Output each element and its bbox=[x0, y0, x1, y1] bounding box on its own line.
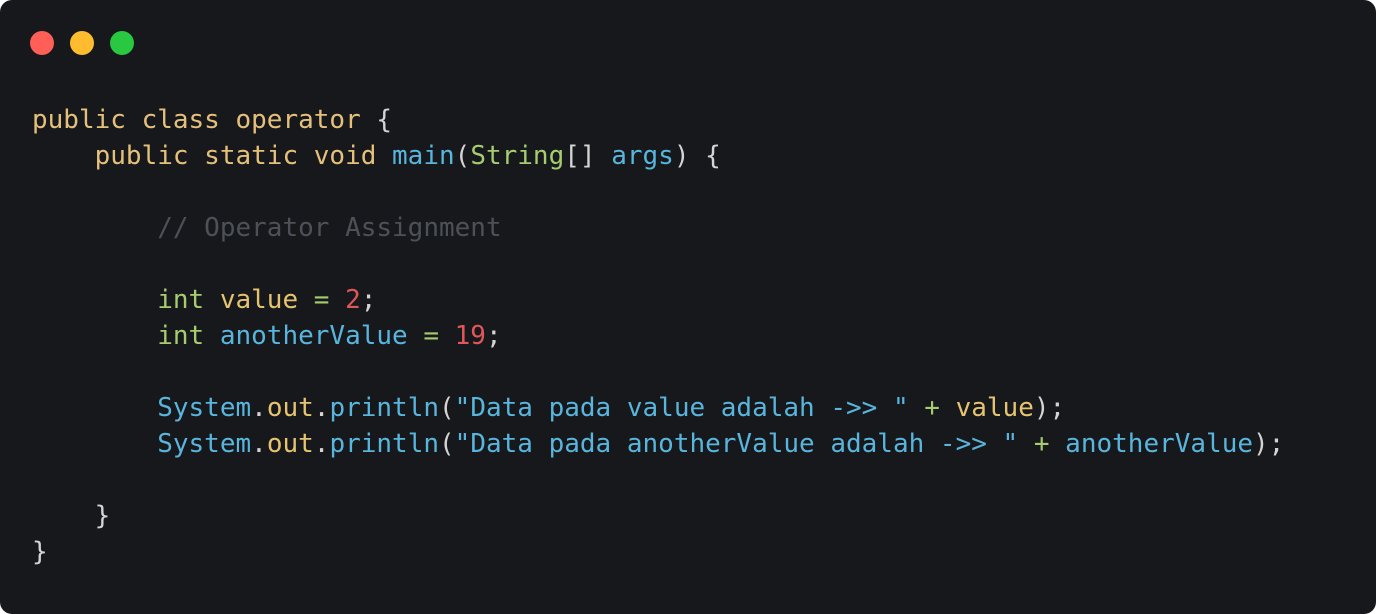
close-dot[interactable] bbox=[30, 31, 54, 55]
code-token: . bbox=[251, 429, 267, 459]
code-token: ); bbox=[1253, 429, 1285, 459]
code-line: // Operator Assignment bbox=[32, 210, 1284, 246]
code-block: public class operator { public static vo… bbox=[32, 102, 1284, 570]
code-token: println bbox=[329, 429, 440, 459]
code-token: "Data pada anotherValue adalah ->> " bbox=[454, 429, 1019, 459]
code-token: public static void bbox=[32, 141, 393, 171]
code-token: println bbox=[329, 393, 440, 423]
code-line: System.out.println("Data pada anotherVal… bbox=[32, 426, 1284, 462]
code-token: ; bbox=[485, 321, 502, 351]
code-token: 19 bbox=[454, 321, 486, 351]
code-token: = bbox=[298, 285, 346, 315]
code-line: int anotherValue = 19; bbox=[32, 318, 1284, 354]
code-token: . bbox=[313, 393, 330, 423]
code-token: out bbox=[266, 429, 314, 459]
code-token: [] bbox=[564, 141, 612, 171]
code-token: ); bbox=[1033, 393, 1066, 423]
code-window: public class operator { public static vo… bbox=[0, 0, 1376, 614]
code-token: args bbox=[611, 141, 674, 171]
code-line: System.out.println("Data pada value adal… bbox=[32, 390, 1284, 426]
code-token: } bbox=[32, 537, 48, 567]
code-line: public class operator { bbox=[32, 102, 1284, 138]
code-token: + bbox=[1018, 429, 1066, 459]
code-line: ​ bbox=[32, 354, 1284, 390]
code-token: ( bbox=[439, 393, 455, 423]
code-token: ( bbox=[454, 141, 471, 171]
window-controls bbox=[30, 31, 134, 55]
code-token: ) { bbox=[673, 141, 721, 171]
code-token: // Operator Assignment bbox=[32, 213, 502, 243]
code-token: ( bbox=[439, 429, 455, 459]
code-token: public class operator bbox=[32, 105, 377, 135]
code-token: main bbox=[392, 141, 455, 171]
code-token: int bbox=[32, 285, 220, 315]
zoom-dot[interactable] bbox=[110, 31, 134, 55]
code-token: . bbox=[251, 393, 267, 423]
code-line: } bbox=[32, 498, 1284, 534]
code-token: + bbox=[908, 393, 956, 423]
code-token: ; bbox=[360, 285, 377, 315]
code-token: . bbox=[313, 429, 330, 459]
code-line: int value = 2; bbox=[32, 282, 1284, 318]
code-token: = bbox=[407, 321, 455, 351]
code-token: out bbox=[266, 393, 314, 423]
code-token: System bbox=[32, 393, 252, 423]
code-token: "Data pada value adalah ->> " bbox=[454, 393, 909, 423]
code-line: ​ bbox=[32, 246, 1284, 282]
code-line: } bbox=[32, 534, 1284, 570]
code-token: anotherValue bbox=[1065, 429, 1254, 459]
minimize-dot[interactable] bbox=[70, 31, 94, 55]
code-token: String bbox=[470, 141, 565, 171]
code-token: value bbox=[219, 285, 299, 315]
code-token: anotherValue bbox=[219, 321, 408, 351]
code-line: public static void main(String[] args) { bbox=[32, 138, 1284, 174]
code-line: ​ bbox=[32, 462, 1284, 498]
code-line: ​ bbox=[32, 174, 1284, 210]
code-token: { bbox=[376, 105, 393, 135]
code-token: value bbox=[955, 393, 1034, 423]
code-token: System bbox=[32, 429, 252, 459]
code-token: int bbox=[32, 321, 220, 351]
code-token: 2 bbox=[345, 285, 361, 315]
code-token: } bbox=[32, 501, 111, 531]
